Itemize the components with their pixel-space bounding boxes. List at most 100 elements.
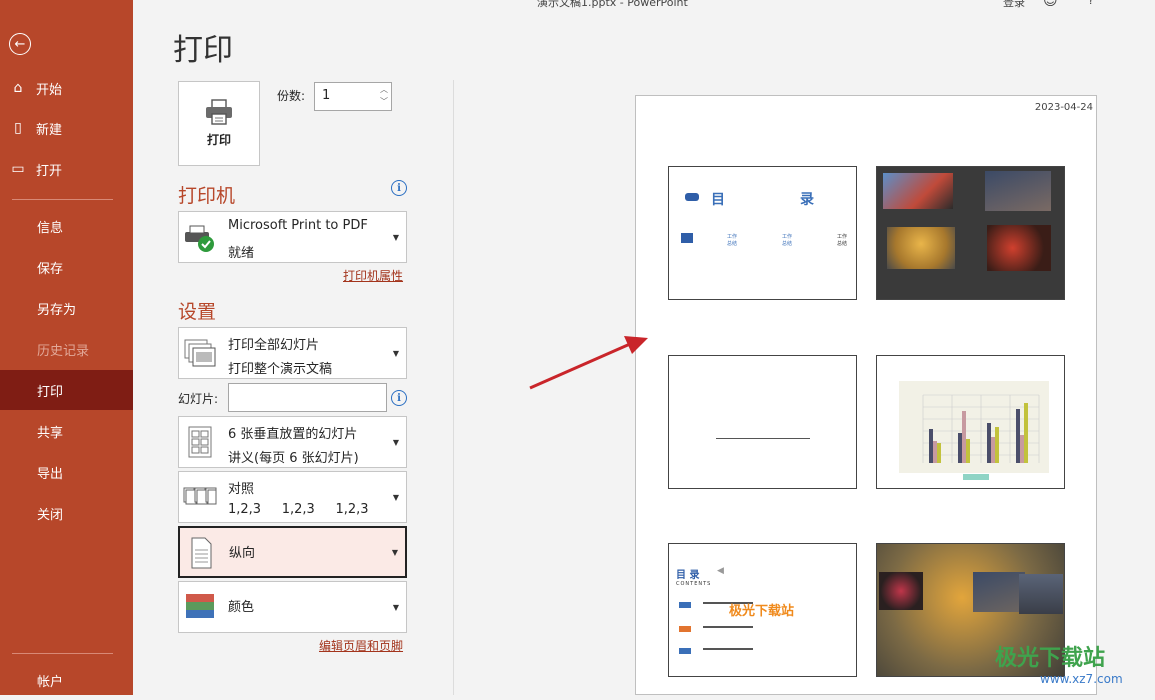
print-preview-page: 2023-04-24 目 录 工作总结 工作总结 工作总结 目 录 CONTEN… [635, 95, 1097, 695]
sidebar-item-save-as[interactable]: 另存为 [0, 288, 133, 328]
sidebar-item-label: 导出 [37, 466, 64, 482]
dropdown-arrow-icon: ▼ [392, 438, 399, 447]
layout-secondary: 讲义(每页 6 张幻灯片) [228, 451, 359, 466]
annotation-arrow [529, 336, 648, 390]
spin-arrows-icon[interactable]: ︿ ﹀ [380, 84, 388, 108]
sidebar-item-label: 开始 [36, 82, 63, 98]
sidebar-item-print[interactable]: 打印 [0, 370, 133, 410]
color-value: 颜色 [228, 600, 255, 615]
window-title: 演示文稿1.pptx - PowerPoint [537, 0, 688, 9]
collate-primary: 对照 [228, 482, 255, 497]
sidebar-item-account[interactable]: 帐户 [0, 660, 133, 700]
photo [1019, 574, 1063, 614]
dropdown-arrow-icon: ▼ [392, 233, 399, 242]
slide-thumbnail [876, 166, 1065, 300]
header-footer-link[interactable]: 编辑页眉和页脚 [319, 637, 403, 654]
slides-label: 幻灯片: [178, 392, 219, 406]
printer-heading: 打印机 [178, 185, 236, 207]
slide-thumbnail: 目 录 CONTENTS ◀ 极光下载站 [668, 543, 857, 677]
watermark-logo: 极光下载站 [995, 646, 1106, 671]
sidebar-item-save[interactable]: 保存 [0, 247, 133, 287]
chart-area [899, 381, 1049, 473]
layout-dropdown[interactable]: 6 张垂直放置的幻灯片 讲义(每页 6 张幻灯片) ▼ [178, 416, 407, 468]
coauthor-icon[interactable]: ☺ [1043, 0, 1058, 9]
settings-heading: 设置 [178, 301, 217, 323]
collate-secondary: 1,2,3 1,2,3 1,2,3 [228, 502, 369, 517]
printer-name: Microsoft Print to PDF [228, 218, 368, 233]
copies-label: 份数: [277, 89, 306, 103]
speaker-icon: ◀ [717, 566, 724, 576]
handout-6-icon [188, 426, 212, 458]
slide-thumbnail [876, 355, 1065, 489]
sidebar-divider [12, 199, 113, 200]
slide-icon [681, 233, 693, 243]
layout-primary: 6 张垂直放置的幻灯片 [228, 427, 358, 442]
orientation-value: 纵向 [229, 546, 256, 561]
color-dropdown[interactable]: 颜色 ▼ [178, 581, 407, 633]
folder-open-icon: ▭ [11, 161, 25, 177]
all-slides-icon [184, 339, 216, 367]
sidebar-item-info[interactable]: 信息 [0, 206, 133, 246]
slide-title-b: 录 [800, 192, 814, 208]
printer-dropdown[interactable]: Microsoft Print to PDF 就绪 ▼ [178, 211, 407, 263]
info-icon[interactable]: i [391, 390, 407, 406]
sidebar-item-label: 历史记录 [37, 343, 90, 359]
slides-input[interactable] [228, 383, 387, 412]
sidebar-divider [12, 653, 113, 654]
sidebar-item-label: 信息 [37, 220, 64, 236]
dropdown-arrow-icon: ▼ [392, 349, 399, 358]
sidebar-item-label: 新建 [36, 122, 63, 138]
slide-thumbnail: 目 录 工作总结 工作总结 工作总结 [668, 166, 857, 300]
page-date: 2023-04-24 [1034, 102, 1093, 113]
title-bar: 演示文稿1.pptx - PowerPoint 登录 ☺ ? [133, 0, 1155, 12]
sidebar-item-label: 另存为 [37, 302, 77, 318]
color-swatch-icon [186, 594, 214, 618]
sidebar-item-new[interactable]: ▯ 新建 [0, 108, 133, 148]
sidebar-item-share[interactable]: 共享 [0, 411, 133, 451]
item-marker [679, 626, 691, 632]
slide-title-a: 目 [711, 192, 725, 208]
item-marker [679, 602, 691, 608]
copies-value: 1 [322, 88, 331, 103]
print-range-dropdown[interactable]: 打印全部幻灯片 打印整个演示文稿 ▼ [178, 327, 407, 379]
portrait-page-icon [191, 537, 212, 569]
photo [973, 572, 1025, 612]
info-icon[interactable]: i [391, 180, 407, 196]
sidebar-item-open[interactable]: ▭ 打开 [0, 149, 133, 189]
signin-link[interactable]: 登录 [1003, 0, 1025, 10]
sidebar-item-label: 关闭 [37, 507, 64, 523]
printer-status: 就绪 [228, 246, 255, 261]
sidebar-item-label: 帐户 [37, 674, 64, 690]
bullet-shape [685, 193, 699, 201]
sidebar-item-export[interactable]: 导出 [0, 452, 133, 492]
photo [985, 171, 1051, 211]
collate-dropdown[interactable]: 对照 1,2,3 1,2,3 1,2,3 ▼ [178, 471, 407, 523]
slide-title: 目 录 [676, 570, 700, 581]
copies-stepper[interactable]: 1 ︿ ﹀ [314, 82, 392, 111]
help-icon[interactable]: ? [1088, 0, 1094, 7]
printer-ready-icon [185, 225, 214, 252]
sidebar-item-history: 历史记录 [0, 329, 133, 369]
backstage-sidebar: ← ⌂ 开始 ▯ 新建 ▭ 打开 信息 保存 另存为 历史记录 打印 共享 导出… [0, 0, 133, 695]
dropdown-arrow-icon: ▼ [392, 603, 399, 612]
bar-chart [922, 394, 1040, 463]
dropdown-arrow-icon: ▼ [391, 548, 398, 557]
printer-properties-link[interactable]: 打印机属性 [343, 267, 403, 284]
chart-label-box [963, 474, 989, 480]
sidebar-item-home[interactable]: ⌂ 开始 [0, 68, 133, 108]
printer-icon [206, 99, 232, 125]
slide-item: 工作总结 [837, 234, 848, 247]
print-button-label: 打印 [206, 133, 231, 147]
home-icon: ⌂ [13, 80, 23, 96]
print-button[interactable]: 打印 [178, 81, 260, 166]
photo [879, 572, 923, 610]
print-range-primary: 打印全部幻灯片 [228, 338, 320, 353]
divider-line [716, 438, 810, 439]
orientation-dropdown[interactable]: 纵向 ▼ [178, 526, 407, 578]
sidebar-item-close[interactable]: 关闭 [0, 493, 133, 533]
sidebar-item-label: 共享 [37, 425, 64, 441]
text-line [703, 648, 753, 650]
back-arrow-icon[interactable]: ← [9, 33, 31, 55]
slide-subtitle: CONTENTS [676, 581, 712, 587]
dropdown-arrow-icon: ▼ [392, 493, 399, 502]
